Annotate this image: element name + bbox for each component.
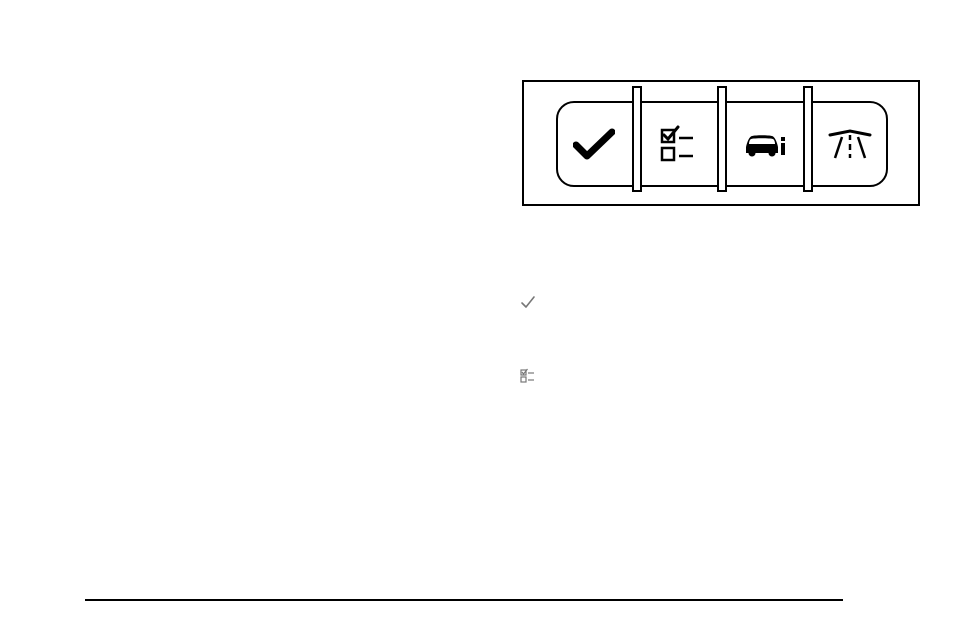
check-icon [573, 127, 615, 161]
button-divider [801, 103, 815, 185]
set-reset-button [558, 103, 630, 185]
trip-fuel-button [815, 103, 887, 185]
page [0, 0, 954, 636]
dic-button-panel [556, 101, 888, 187]
button-divider [630, 103, 644, 185]
car-info-icon [742, 129, 788, 159]
check-icon-inline [520, 294, 536, 310]
check-icon [520, 294, 536, 310]
checklist-icon [520, 368, 536, 384]
footer-rule [85, 599, 843, 601]
button-divider [715, 103, 729, 185]
checklist-icon [659, 124, 699, 164]
road-icon [828, 129, 872, 159]
checklist-icon-inline [520, 368, 536, 384]
customization-button [644, 103, 716, 185]
dic-buttons-diagram [522, 80, 920, 206]
vehicle-information-button [729, 103, 801, 185]
